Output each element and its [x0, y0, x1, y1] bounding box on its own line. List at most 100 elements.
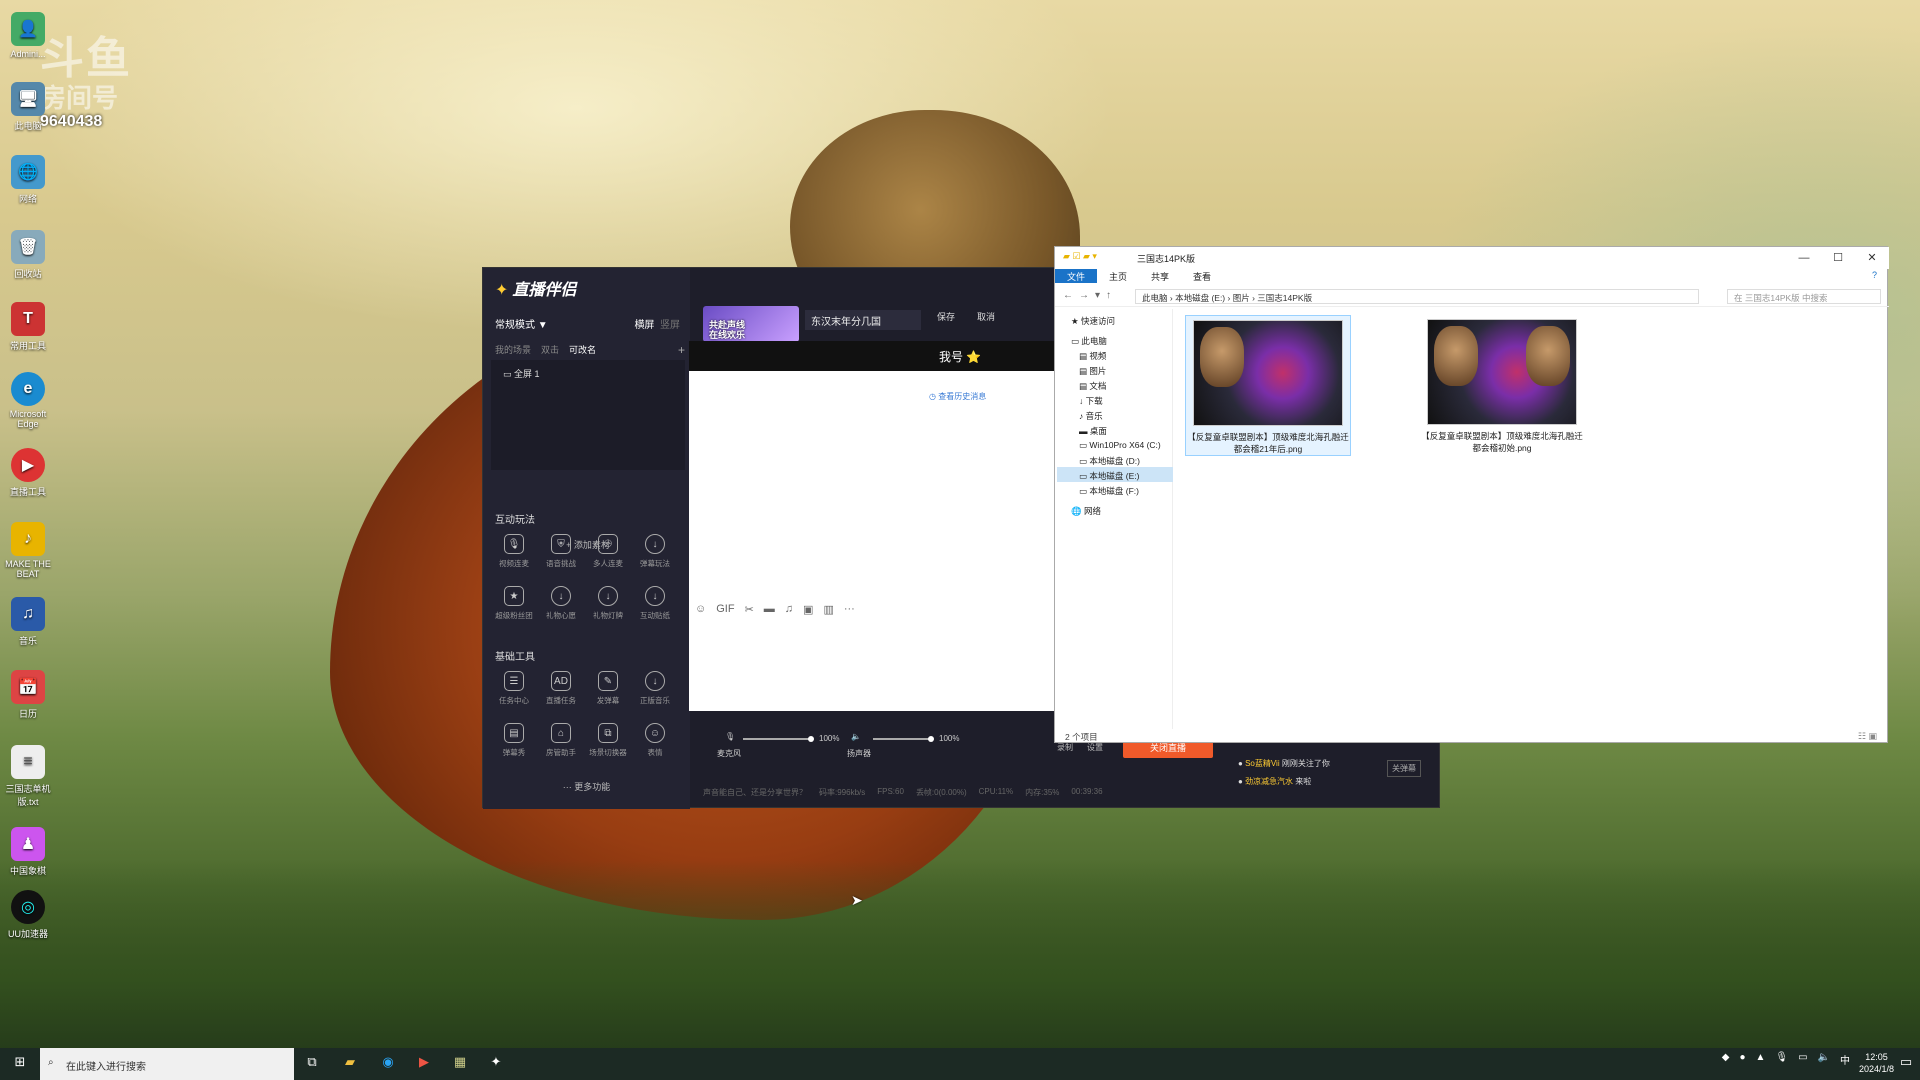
- more-functions-button[interactable]: ··· 更多功能: [483, 780, 690, 793]
- close-danmaku-button[interactable]: 关弹幕: [1387, 760, 1421, 777]
- folder-icon[interactable]: ▬: [764, 603, 775, 616]
- search-input[interactable]: 在 三国志14PK版 中搜索: [1727, 289, 1881, 304]
- gif-icon[interactable]: GIF: [716, 603, 734, 616]
- settings-button[interactable]: 设置: [1087, 742, 1103, 753]
- tab-share[interactable]: 共享: [1139, 269, 1181, 283]
- desktop-icon-edge[interactable]: e Microsoft Edge: [4, 372, 52, 429]
- tool-task-center[interactable]: ☰ 任务中心: [491, 671, 537, 706]
- record-button[interactable]: 录制: [1057, 742, 1073, 753]
- tray-icon[interactable]: ●: [1739, 1052, 1745, 1067]
- tool-video-link[interactable]: 🎙 视频连麦: [491, 534, 537, 569]
- tool-emoji[interactable]: ☺ 表情: [632, 723, 678, 758]
- scene-tab[interactable]: 我的场景: [495, 343, 531, 357]
- tool-danmaku-show[interactable]: ▤ 弹幕秀: [491, 723, 537, 758]
- tool-voice-challenge[interactable]: ⛨ 语音挑战: [538, 534, 584, 569]
- desktop-icon-txt[interactable]: ≡ 三国志单机版.txt: [4, 745, 52, 808]
- tool-scene-switcher[interactable]: ⧉ 场景切换器: [585, 723, 631, 758]
- nav-buttons[interactable]: ←→▾↑: [1063, 290, 1117, 301]
- room-title-input[interactable]: 东汉末年分几国: [805, 310, 921, 330]
- breadcrumb-item[interactable]: 三国志14PK版: [1257, 293, 1312, 303]
- desktop-icon-recycle[interactable]: 🗑 回收站: [4, 230, 52, 280]
- desktop-icon-stream-tool[interactable]: ▶ 直播工具: [4, 448, 52, 498]
- nav-network[interactable]: 🌐 网络: [1071, 505, 1101, 517]
- start-icon[interactable]: ⊞: [10, 1054, 30, 1074]
- scene-tab[interactable]: 可改名: [569, 343, 596, 357]
- nav-desktop[interactable]: ▬ 桌面: [1079, 425, 1107, 437]
- image-icon[interactable]: ▣: [803, 603, 813, 616]
- nav-drive-e[interactable]: ▭ 本地磁盘 (E:): [1057, 467, 1173, 482]
- maximize-button[interactable]: ☐: [1821, 247, 1855, 269]
- minimize-button[interactable]: —: [1787, 247, 1821, 269]
- music-note-icon[interactable]: ♫: [785, 603, 793, 616]
- desktop-icon-beat[interactable]: ♪ MAKE THE BEAT: [4, 522, 52, 579]
- desktop-icon-network[interactable]: 🌐 网络: [4, 155, 52, 205]
- mic-volume-knob[interactable]: [808, 736, 814, 742]
- desktop-icon-uu[interactable]: ◎ UU加速器: [4, 890, 52, 940]
- taskbar-search-input[interactable]: ⌕ 在此键入进行搜索: [40, 1048, 294, 1080]
- mic-icon[interactable]: 🎙: [725, 732, 735, 741]
- path-input[interactable]: 此电脑 › 本地磁盘 (E:) › 图片 › 三国志14PK版: [1135, 289, 1699, 304]
- emoji-icon[interactable]: ☺: [695, 603, 706, 616]
- tool-danmaku-game[interactable]: ↓ 弹幕玩法: [632, 534, 678, 569]
- tool-room-helper[interactable]: ⌂ 房管助手: [538, 723, 584, 758]
- more-icon[interactable]: ···: [844, 603, 855, 616]
- stream-tool-icon[interactable]: ▶: [414, 1054, 434, 1074]
- screen-icon[interactable]: ▥: [823, 603, 833, 616]
- tool-gift-light[interactable]: ↓ 礼物灯牌: [585, 586, 631, 621]
- file-item[interactable]: 【反复童卓联盟剧本】顶级难度北海孔融迁都会稽初始.png: [1419, 315, 1585, 454]
- clock[interactable]: 12:05 2024/1/8: [1859, 1051, 1894, 1075]
- notification-icon[interactable]: ▭: [1896, 1054, 1916, 1074]
- tool-live-task[interactable]: AD 直播任务: [538, 671, 584, 706]
- tab-home[interactable]: 主页: [1097, 269, 1139, 283]
- desktop-icon-computer[interactable]: 🖥 此电脑: [4, 82, 52, 132]
- nav-documents[interactable]: ▤ 文档: [1079, 380, 1106, 392]
- save-button[interactable]: 保存: [937, 310, 955, 323]
- nav-drive-f[interactable]: ▭ 本地磁盘 (F:): [1079, 485, 1139, 497]
- mode-select[interactable]: 常规模式 ▼: [495, 316, 548, 331]
- desktop-icon-music[interactable]: ♫ 音乐: [4, 597, 52, 647]
- speaker-icon[interactable]: 🔈: [851, 732, 861, 741]
- view-toggle-icon[interactable]: ☷ ▣: [1858, 731, 1877, 742]
- room-cover[interactable]: 共赴声线 在线欢乐: [703, 306, 799, 342]
- network-icon[interactable]: ▭: [1798, 1052, 1807, 1067]
- scene-item[interactable]: ▭ 全屏 1: [503, 367, 540, 380]
- breadcrumb-item[interactable]: 图片: [1233, 293, 1250, 303]
- file-item[interactable]: 【反复童卓联盟剧本】顶级难度北海孔融迁都会稽21年后.png: [1185, 315, 1351, 456]
- history-link[interactable]: ◷ 查看历史消息: [929, 391, 986, 402]
- tool-gift-wish[interactable]: ↓ 礼物心愿: [538, 586, 584, 621]
- speaker-volume-knob[interactable]: [928, 736, 934, 742]
- nav-music[interactable]: ♪ 音乐: [1079, 410, 1103, 422]
- tool-music[interactable]: ↓ 正版音乐: [632, 671, 678, 706]
- tool-sticker[interactable]: ↓ 互动贴纸: [632, 586, 678, 621]
- mic-volume-slider[interactable]: [743, 736, 814, 742]
- desktop-icon-tools[interactable]: T 常用工具: [4, 302, 52, 352]
- scissors-icon[interactable]: ✂: [745, 603, 754, 616]
- tray-icon[interactable]: ◆: [1722, 1052, 1730, 1067]
- tray-icon[interactable]: ▲: [1755, 1052, 1765, 1067]
- tab-file[interactable]: 文件: [1055, 269, 1098, 283]
- edge-icon[interactable]: ◉: [378, 1054, 398, 1074]
- desktop-icon-admin[interactable]: 👤 Admini...: [4, 12, 52, 59]
- add-scene-icon[interactable]: +: [678, 343, 685, 357]
- landscape-toggle[interactable]: 横屏: [634, 320, 654, 331]
- desktop-icon-chess[interactable]: ♟ 中国象棋: [4, 827, 52, 877]
- ime-indicator[interactable]: 中: [1840, 1052, 1850, 1067]
- game-icon[interactable]: ▦: [450, 1054, 470, 1074]
- portrait-toggle[interactable]: 竖屏: [660, 320, 680, 331]
- stream-app-icon[interactable]: ✦: [486, 1054, 506, 1074]
- file-explorer-icon[interactable]: ▰: [340, 1054, 360, 1074]
- speaker-volume-slider[interactable]: [873, 736, 934, 742]
- nav-drive-d[interactable]: ▭ 本地磁盘 (D:): [1079, 455, 1140, 467]
- breadcrumb-item[interactable]: 此电脑: [1142, 293, 1168, 303]
- scene-tab[interactable]: 双击: [541, 343, 559, 357]
- nav-this-pc[interactable]: ▭ 此电脑: [1071, 335, 1107, 347]
- breadcrumb-item[interactable]: 本地磁盘 (E:): [1175, 293, 1225, 303]
- mic-icon[interactable]: 🎙: [1775, 1052, 1788, 1067]
- nav-pictures[interactable]: ▤ 图片: [1079, 365, 1106, 377]
- help-icon[interactable]: ?: [1860, 269, 1889, 283]
- task-view-icon[interactable]: ⧉: [302, 1054, 322, 1074]
- nav-videos[interactable]: ▤ 视频: [1079, 350, 1106, 362]
- nav-downloads[interactable]: ↓ 下载: [1079, 395, 1103, 407]
- desktop-icon-calendar[interactable]: 📅 日历: [4, 670, 52, 720]
- tab-view[interactable]: 查看: [1181, 269, 1223, 283]
